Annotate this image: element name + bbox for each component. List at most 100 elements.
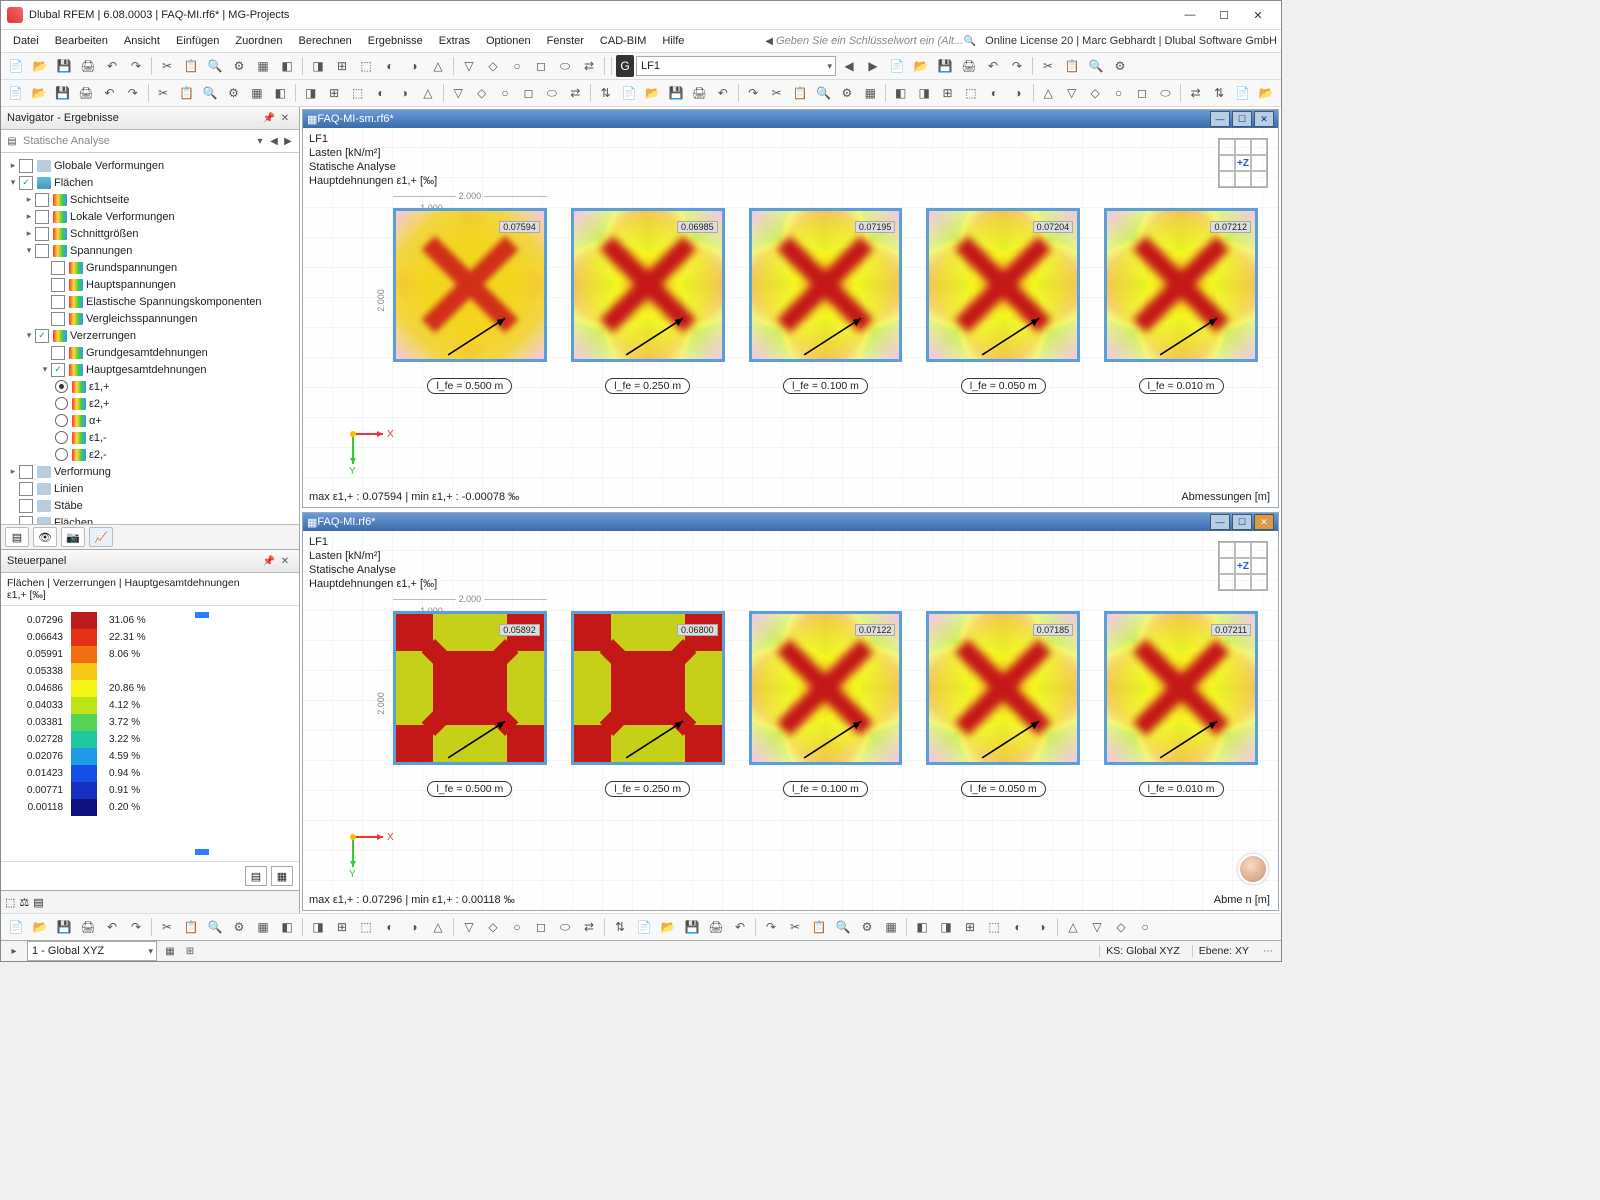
tree-node[interactable]: Vergleichsspannungen xyxy=(1,310,299,327)
toolbar-button[interactable]: ↷ xyxy=(125,916,147,938)
toolbar-button[interactable]: ⬭ xyxy=(541,82,562,104)
toolbar-button[interactable]: ○ xyxy=(494,82,515,104)
toolbar-button[interactable]: 📂 xyxy=(642,82,663,104)
tree-node[interactable]: ▾✓Verzerrungen xyxy=(1,327,299,344)
tree-twisty[interactable]: ▸ xyxy=(23,228,35,239)
panel-close-icon[interactable]: ✕ xyxy=(277,553,293,569)
toolbar-button[interactable]: ⚙ xyxy=(856,916,878,938)
toolbar-button[interactable]: ○ xyxy=(1134,916,1156,938)
tree-node[interactable]: ε2,+ xyxy=(1,395,299,412)
toolbar-button[interactable]: 📋 xyxy=(808,916,830,938)
tree-node[interactable]: ▸Globale Verformungen xyxy=(1,157,299,174)
view-max-button[interactable]: ☐ xyxy=(1232,111,1252,127)
toolbar-button[interactable]: ◑ xyxy=(403,55,425,77)
toolbar-button[interactable]: ◨ xyxy=(300,82,321,104)
toolbar-button[interactable]: ◇ xyxy=(471,82,492,104)
tree-node[interactable]: ▸Schnittgrößen xyxy=(1,225,299,242)
analysis-combo[interactable]: ▤ Statische Analyse ▾ ◀ ▶ xyxy=(1,130,299,153)
toolbar-button[interactable]: ↷ xyxy=(760,916,782,938)
tree-checkbox[interactable] xyxy=(35,227,49,241)
tree-radio[interactable] xyxy=(55,431,68,444)
tree-twisty[interactable]: ▾ xyxy=(23,245,35,256)
maximize-button[interactable]: ☐ xyxy=(1207,5,1241,25)
menu-ansicht[interactable]: Ansicht xyxy=(116,33,168,49)
status-more-icon[interactable]: ⋯ xyxy=(1261,944,1275,958)
toolbar-button[interactable]: 💾 xyxy=(665,82,686,104)
tree-checkbox[interactable] xyxy=(51,278,65,292)
toolbar-button[interactable]: ⬭ xyxy=(554,55,576,77)
toolbar-button[interactable]: ⊞ xyxy=(937,82,958,104)
toolbar-button[interactable]: 💾 xyxy=(52,82,73,104)
result-plate[interactable]: 0.07185 xyxy=(926,611,1080,765)
toolbar-button[interactable]: ↶ xyxy=(729,916,751,938)
toolbar-button[interactable]: ↷ xyxy=(125,55,147,77)
tree-node[interactable]: ▸Verformung xyxy=(1,463,299,480)
toolbar-button[interactable]: ◻ xyxy=(530,916,552,938)
toolbar-button[interactable]: 📄 xyxy=(5,916,27,938)
loadcase-combo[interactable]: LF1 xyxy=(636,56,836,76)
toolbar-button[interactable]: ⇄ xyxy=(578,916,600,938)
result-plate[interactable]: 0.05892 xyxy=(393,611,547,765)
toolbar-button[interactable]: ◑ xyxy=(394,82,415,104)
toolbar-button[interactable]: ◑ xyxy=(1031,916,1053,938)
pin-icon[interactable]: 📌 xyxy=(261,110,277,126)
menu-fenster[interactable]: Fenster xyxy=(539,33,592,49)
toolbar-button[interactable]: ▽ xyxy=(458,916,480,938)
result-plate[interactable]: 0.07212 xyxy=(1104,208,1258,362)
panel-close-icon[interactable]: ✕ xyxy=(277,110,293,126)
toolbar-button[interactable]: ○ xyxy=(506,916,528,938)
result-plate[interactable]: 0.07594 xyxy=(393,208,547,362)
toolbar-button[interactable]: ⬚ xyxy=(355,55,377,77)
result-plate[interactable]: 0.07195 xyxy=(749,208,903,362)
toolbar-button[interactable]: ◇ xyxy=(482,916,504,938)
toolbar-button[interactable]: ◐ xyxy=(379,55,401,77)
result-plate[interactable]: 0.06800 xyxy=(571,611,725,765)
tree-twisty[interactable]: ▸ xyxy=(7,160,19,171)
toolbar-button[interactable]: 🖨 xyxy=(958,55,980,77)
toolbar-button[interactable]: 📂 xyxy=(1255,82,1276,104)
toolbar-button[interactable]: 🖨 xyxy=(75,82,96,104)
toolbar-button[interactable]: ⇄ xyxy=(1185,82,1206,104)
snap-icon[interactable]: ▦ xyxy=(163,944,177,958)
toolbar-button[interactable]: ⊞ xyxy=(331,55,353,77)
toolbar-button[interactable]: ○ xyxy=(506,55,528,77)
toolbar-button[interactable]: 🔍 xyxy=(832,916,854,938)
legend-slider-bottom[interactable] xyxy=(195,849,209,855)
toolbar-button[interactable]: ◇ xyxy=(482,55,504,77)
tree-twisty[interactable]: ▸ xyxy=(23,211,35,222)
toolbar-button[interactable]: 💾 xyxy=(681,916,703,938)
tree-node[interactable]: Hauptspannungen xyxy=(1,276,299,293)
view-close-button[interactable]: ✕ xyxy=(1254,111,1274,127)
toolbar-button[interactable]: 💾 xyxy=(53,55,75,77)
toolbar-button[interactable]: 📄 xyxy=(1232,82,1253,104)
toolbar-button[interactable]: ◨ xyxy=(307,916,329,938)
toolbar-button[interactable]: 📄 xyxy=(886,55,908,77)
tree-node[interactable]: ▾Spannungen xyxy=(1,242,299,259)
toolbar-button[interactable]: ◻ xyxy=(1131,82,1152,104)
toolbar-button[interactable]: ◨ xyxy=(913,82,934,104)
toolbar-button[interactable]: ◑ xyxy=(403,916,425,938)
toolbar-button[interactable]: ◧ xyxy=(276,916,298,938)
lf-prev-icon[interactable]: ◀ xyxy=(838,55,860,77)
toolbar-button[interactable]: ⚙ xyxy=(1109,55,1131,77)
tree-checkbox[interactable] xyxy=(51,295,65,309)
toolbar-button[interactable]: 📂 xyxy=(29,55,51,77)
toolbar-button[interactable]: ⚙ xyxy=(228,916,250,938)
toolbar-button[interactable]: ⬚ xyxy=(983,916,1005,938)
toolbar-button[interactable]: ⬚ xyxy=(347,82,368,104)
menu-hilfe[interactable]: Hilfe xyxy=(654,33,692,49)
tree-node[interactable]: ε1,+ xyxy=(1,378,299,395)
tree-checkbox[interactable] xyxy=(19,465,33,479)
tree-twisty[interactable]: ▸ xyxy=(7,466,19,477)
tab-results-icon[interactable]: 📈 xyxy=(89,527,113,547)
toolbar-button[interactable]: 📄 xyxy=(633,916,655,938)
search-input[interactable]: Geben Sie ein Schlüsselwort ein (Alt... xyxy=(776,35,963,47)
toolbar-button[interactable]: ⇄ xyxy=(578,55,600,77)
tab-data-icon[interactable]: ▤ xyxy=(5,527,29,547)
view-canvas[interactable]: LF1Lasten [kN/m²]Statische AnalyseHauptd… xyxy=(303,128,1278,507)
toolbar-button[interactable]: ◑ xyxy=(1007,82,1028,104)
menu-einfügen[interactable]: Einfügen xyxy=(168,33,227,49)
view-max-button[interactable]: ☐ xyxy=(1232,514,1252,530)
menu-berechnen[interactable]: Berechnen xyxy=(291,33,360,49)
toolbar-button[interactable]: ◇ xyxy=(1110,916,1132,938)
